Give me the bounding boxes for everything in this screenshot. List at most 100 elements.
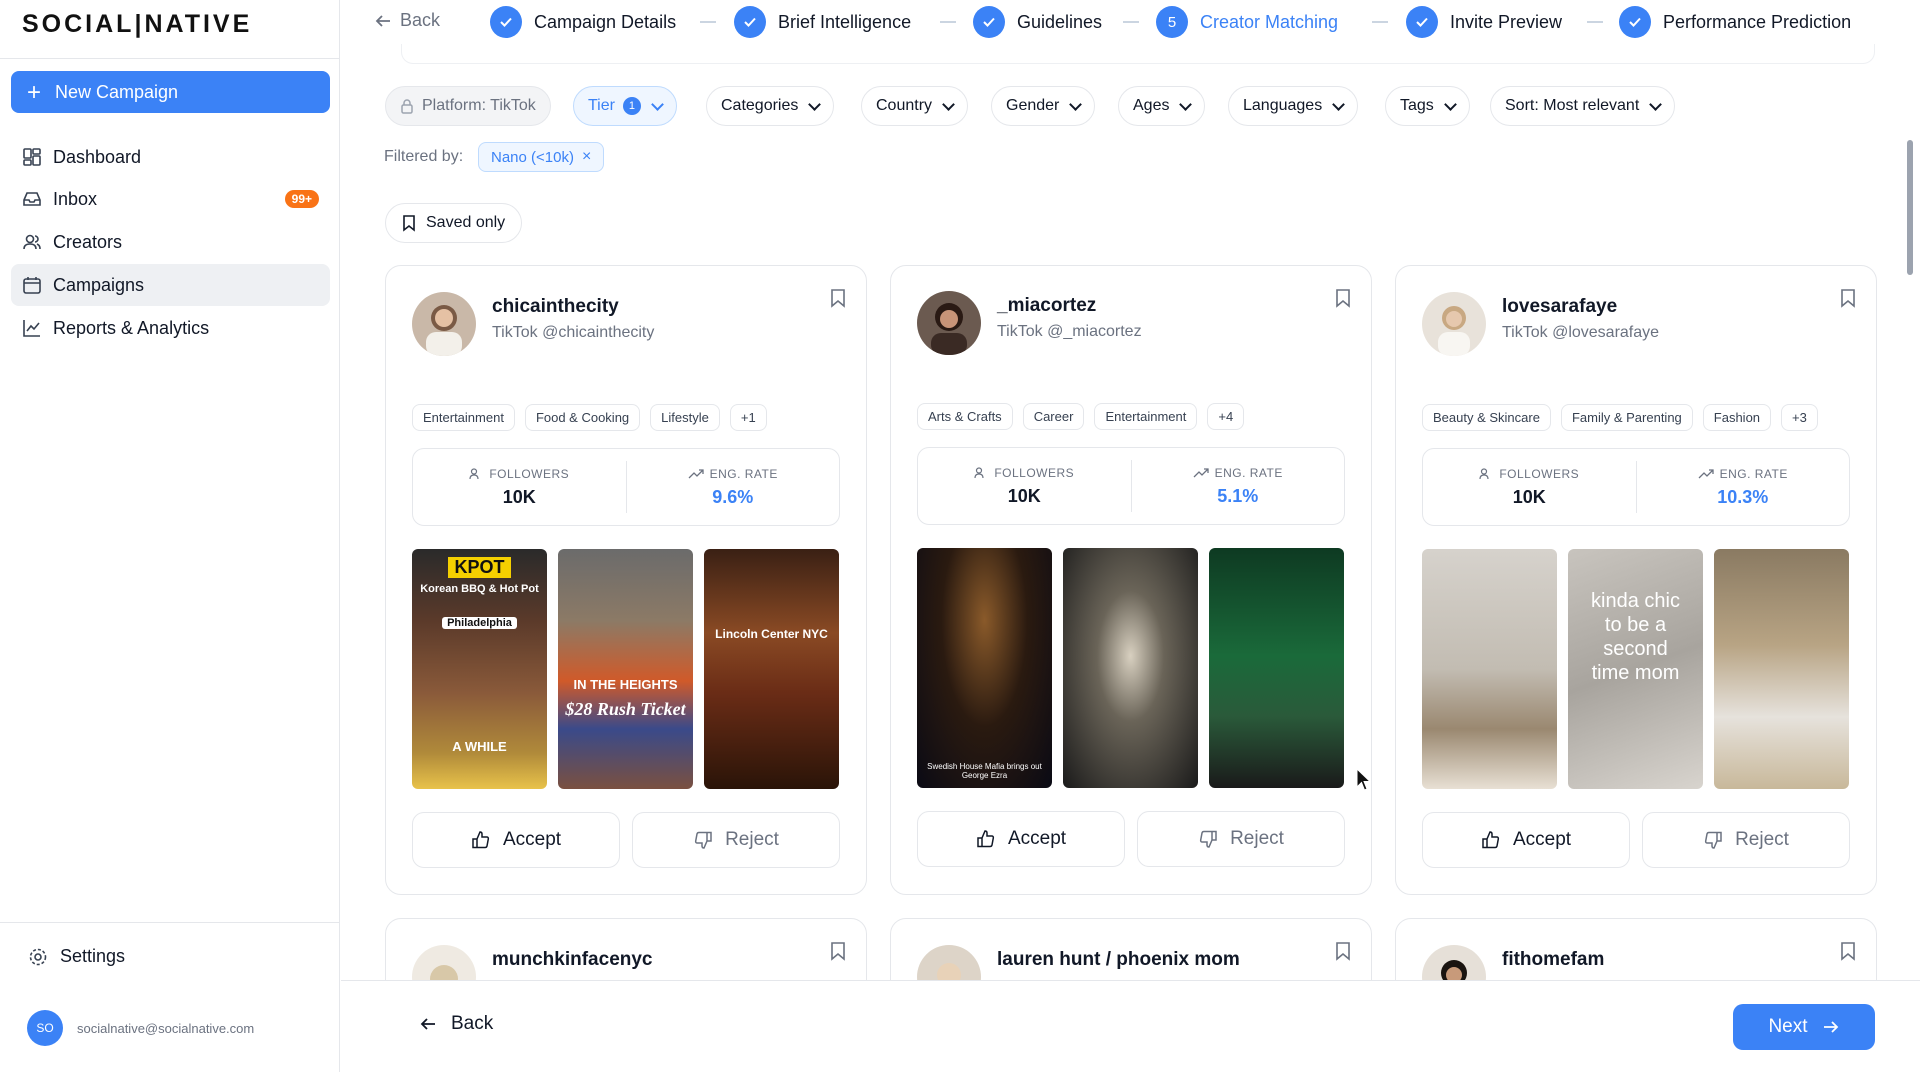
scrolled-panel-edge [401,44,1875,64]
category-tag: Family & Parenting [1560,404,1693,431]
more-tags[interactable]: +1 [729,404,767,431]
step-guidelines[interactable]: Guidelines [973,6,1102,38]
content-thumbnail[interactable] [1063,548,1198,788]
back-label: Back [451,1013,494,1034]
categories-filter-dropdown[interactable]: Categories [706,86,835,126]
creator-handle: TikTok @_miacortez [997,323,1142,340]
creator-name[interactable]: _miacortez [997,295,1096,317]
thumb-caption: Swedish House Mafia brings out George Ez… [927,762,1042,780]
calendar-icon [23,277,41,294]
step-label: Invite Preview [1450,11,1563,32]
content-thumbnail[interactable]: IN THE HEIGHTS $28 Rush Ticket [558,549,693,789]
next-button[interactable]: Next [1733,1004,1875,1050]
sidebar-item-campaigns[interactable]: Campaigns [11,264,330,306]
creator-handle: TikTok @lovesarafaye [1502,324,1660,341]
tier-filter-label: Tier [588,97,615,114]
step-performance-prediction[interactable]: Performance Prediction [1619,6,1851,38]
creator-stats: FOLLOWERS 10K ENG. RATE 5.1% [917,447,1345,525]
bookmark-icon[interactable] [1335,941,1351,961]
creator-card[interactable]: chicainthecity TikTok @chicainthecity En… [385,265,867,895]
user-profile[interactable]: SO socialnative@socialnative.com [27,1010,254,1046]
settings-link[interactable]: Settings [28,946,125,967]
sort-dropdown[interactable]: Sort: Most relevant [1490,86,1676,126]
users-icon [469,467,479,479]
creator-card[interactable]: _miacortez TikTok @_miacortez Arts & Cra… [890,265,1372,895]
reject-button[interactable]: Reject [1642,812,1850,868]
bookmark-icon[interactable] [1840,288,1856,308]
top-back-button[interactable]: Back [374,10,440,31]
creator-name[interactable]: lauren hunt / phoenix mom [997,949,1240,971]
sidebar-item-dashboard[interactable]: Dashboard [11,136,330,178]
trending-up-icon [1698,468,1714,478]
users-icon [1479,467,1489,479]
thumb-caption: IN THE HEIGHTS [573,677,678,692]
thumbs-up-icon [1482,831,1500,849]
accept-button[interactable]: Accept [917,811,1125,867]
tags-filter-dropdown[interactable]: Tags [1385,86,1470,126]
creator-name[interactable]: fithomefam [1502,949,1604,971]
creator-name[interactable]: lovesarafaye [1502,296,1617,318]
creator-name[interactable]: munchkinfacenyc [492,949,653,971]
arrow-left-icon [375,14,390,27]
accept-button[interactable]: Accept [412,812,620,868]
step-campaign-details[interactable]: Campaign Details [490,6,676,38]
ages-filter-dropdown[interactable]: Ages [1118,86,1206,126]
bookmark-icon[interactable] [830,941,846,961]
more-tags[interactable]: +4 [1207,403,1245,430]
step-creator-matching[interactable]: 5 Creator Matching [1156,6,1338,38]
scrollbar-thumb[interactable] [1907,140,1913,275]
reject-button[interactable]: Reject [632,812,840,868]
bookmark-icon[interactable] [1840,941,1856,961]
step-label: Performance Prediction [1663,11,1852,32]
content-thumbnail[interactable] [1714,549,1849,789]
brand-logo[interactable]: SOCIAL|NATIVE [22,10,252,39]
thumb-caption: kinda chic to be a second time mom [1591,590,1680,684]
trending-up-icon [688,468,704,478]
sidebar: SOCIAL|NATIVE + New Campaign Dashboard I… [0,0,340,1072]
content-thumbnail[interactable]: Lincoln Center NYC [704,549,839,789]
tier-filter-dropdown[interactable]: Tier 1 [573,86,677,126]
creator-card[interactable]: lovesarafaye TikTok @lovesarafaye Beauty… [1395,265,1877,895]
category-tag: Fashion [1702,404,1772,431]
categories-filter-label: Categories [721,97,799,114]
gender-filter-dropdown[interactable]: Gender [991,86,1096,126]
active-filter-tag[interactable]: Nano (<10k) × [478,142,605,172]
new-campaign-button[interactable]: + New Campaign [11,71,330,113]
more-tags[interactable]: +3 [1781,404,1818,431]
step-invite-preview[interactable]: Invite Preview [1406,6,1562,38]
reject-button[interactable]: Reject [1137,811,1345,867]
arrow-left-icon [420,1018,435,1030]
sidebar-item-reports[interactable]: Reports & Analytics [11,307,330,349]
accept-button[interactable]: Accept [1422,812,1630,868]
followers-stat: FOLLOWERS 10K [1423,449,1636,525]
reject-label: Reject [725,829,779,850]
bookmark-icon[interactable] [830,288,846,308]
arrow-right-icon [1823,1021,1838,1033]
close-icon[interactable]: × [582,148,591,166]
back-button[interactable]: Back [419,1013,493,1035]
platform-filter-chip: Platform: TikTok [385,86,551,126]
step-label: Creator Matching [1200,11,1339,32]
saved-only-toggle[interactable]: Saved only [385,203,523,243]
content-thumbnail[interactable]: KPOT Korean BBQ & Hot Pot Philadelphia A… [412,549,547,789]
step-brief-intelligence[interactable]: Brief Intelligence [734,6,911,38]
content-thumbnail[interactable]: kinda chic to be a second time mom [1568,549,1703,789]
content-thumbnail[interactable] [1422,549,1557,789]
chart-icon [23,320,40,337]
step-number: 5 [1156,6,1188,38]
bookmark-icon[interactable] [1335,288,1351,308]
content-thumbnail[interactable] [1209,548,1344,788]
content-thumbnail[interactable]: Swedish House Mafia brings out George Ez… [917,548,1052,788]
chevron-down-icon [808,97,822,111]
card-actions: Accept Reject [1422,812,1850,868]
sidebar-item-creators[interactable]: Creators [11,221,330,263]
engagement-label: ENG. RATE [1214,465,1283,480]
thumb-caption: A WHILE [452,739,507,754]
sidebar-item-inbox[interactable]: Inbox 99+ [11,178,330,220]
creator-name[interactable]: chicainthecity [492,296,619,318]
bottom-action-bar: Back Next [341,980,1920,1072]
country-filter-dropdown[interactable]: Country [861,86,969,126]
sidebar-item-label: Inbox [53,188,98,209]
languages-filter-dropdown[interactable]: Languages [1228,86,1359,126]
engagement-stat: ENG. RATE 9.6% [625,461,840,513]
